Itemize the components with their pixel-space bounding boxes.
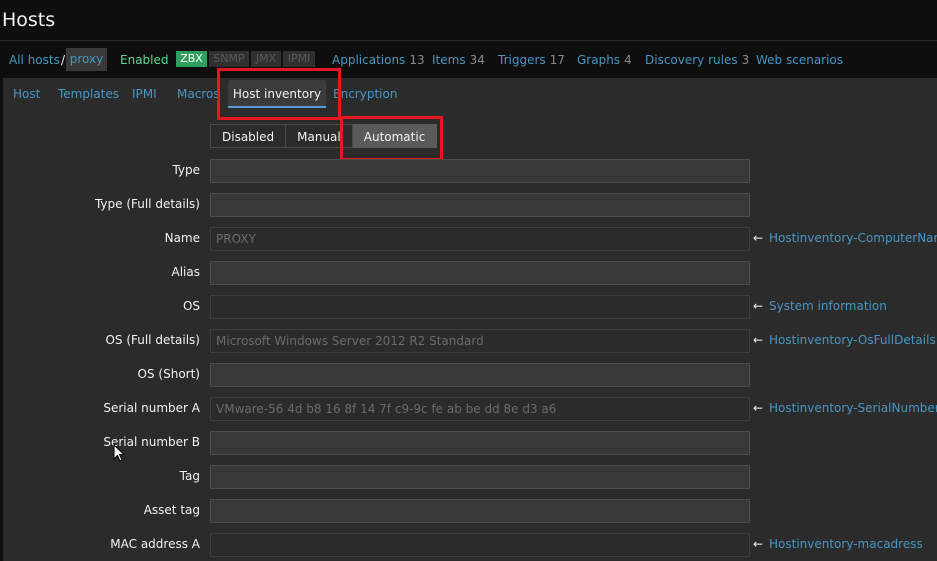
nav-applications-label[interactable]: Applications <box>332 53 405 67</box>
inventory-input-os-full-details <box>210 329 750 353</box>
inventory-label-type: Type <box>172 163 200 177</box>
nav-discovery-rules-label[interactable]: Discovery rules <box>645 53 738 67</box>
inventory-input-serial-number-a <box>210 397 750 421</box>
inventory-mode-automatic[interactable]: Automatic <box>352 124 438 148</box>
arrow-left-icon: ← <box>753 333 764 347</box>
nav-discovery-rules-count: 3 <box>741 53 750 67</box>
availability-snmp-badge: SNMP <box>209 51 249 67</box>
inventory-input-name <box>210 227 750 251</box>
inventory-row-asset-tag: Asset tag <box>0 499 937 523</box>
tab-ipmi[interactable]: IPMI <box>132 87 157 101</box>
inventory-input-type-full-details[interactable] <box>210 193 750 217</box>
arrow-left-icon: ← <box>753 231 764 245</box>
nav-graphs-label[interactable]: Graphs <box>577 53 620 67</box>
inventory-label-mac-address-a: MAC address A <box>110 537 200 551</box>
inventory-row-serial-number-a: Serial number A ← Hostinventory-SerialNumb… <box>0 397 937 421</box>
tab-macros[interactable]: Macros <box>177 87 220 101</box>
inventory-row-os: OS ← System information <box>0 295 937 319</box>
tab-host[interactable]: Host <box>13 87 40 101</box>
nav-applications[interactable]: Applications 13 <box>332 53 425 67</box>
page-title: Hosts <box>2 9 56 31</box>
nav-items-count: 34 <box>469 53 485 67</box>
inventory-label-os: OS <box>182 299 200 313</box>
inventory-input-os <box>210 295 750 319</box>
arrow-left-icon: ← <box>753 537 764 551</box>
inventory-input-os-short[interactable] <box>210 363 750 387</box>
inventory-input-asset-tag[interactable] <box>210 499 750 523</box>
inventory-source-link-os-full-details[interactable]: Hostinventory-OsFullDetails <box>769 333 936 347</box>
nav-applications-count: 13 <box>409 53 425 67</box>
inventory-row-alias: Alias <box>0 261 937 285</box>
inventory-mode-selector: Disabled Manual Automatic <box>210 124 438 148</box>
inventory-row-serial-number-b: Serial number B <box>0 431 937 455</box>
inventory-input-serial-number-b[interactable] <box>210 431 750 455</box>
inventory-input-type[interactable] <box>210 159 750 183</box>
inventory-input-alias[interactable] <box>210 261 750 285</box>
nav-items-label[interactable]: Items <box>432 53 466 67</box>
availability-jmx-badge: JMX <box>251 51 281 67</box>
tab-host-inventory[interactable]: Host inventory <box>228 80 326 108</box>
inventory-row-type-full-details: Type (Full details) <box>0 193 937 217</box>
nav-discovery-rules[interactable]: Discovery rules 3 <box>645 53 749 67</box>
nav-graphs[interactable]: Graphs 4 <box>577 53 632 67</box>
inventory-row-tag: Tag <box>0 465 937 489</box>
arrow-left-icon: ← <box>753 401 764 415</box>
inventory-row-os-full-details: OS (Full details) ← Hostinventory-OsFullDe… <box>0 329 937 353</box>
inventory-label-serial-number-a: Serial number A <box>103 401 200 415</box>
host-status-enabled[interactable]: Enabled <box>120 53 169 67</box>
availability-ipmi-badge: IPMI <box>283 51 315 67</box>
inventory-source-link-name[interactable]: Hostinventory-ComputerName <box>769 231 937 245</box>
inventory-label-type-full-details: Type (Full details) <box>94 197 200 211</box>
inventory-row-mac-address-a: MAC address A ← Hostinventory-macadress <box>0 533 937 557</box>
host-tabs: Host Templates IPMI Macros Host inventor… <box>3 78 937 110</box>
inventory-input-mac-address-a <box>210 533 750 557</box>
nav-web-scenarios[interactable]: Web scenarios <box>756 53 843 67</box>
inventory-source-link-os[interactable]: System information <box>769 299 887 313</box>
inventory-label-tag: Tag <box>179 469 200 483</box>
inventory-label-os-full-details: OS (Full details) <box>105 333 200 347</box>
nav-items[interactable]: Items 34 <box>432 53 485 67</box>
inventory-input-tag[interactable] <box>210 465 750 489</box>
breadcrumb-all-hosts[interactable]: All hosts <box>9 53 60 67</box>
breadcrumb-separator: / <box>61 53 66 67</box>
arrow-left-icon: ← <box>753 299 764 313</box>
tab-encryption[interactable]: Encryption <box>333 87 397 101</box>
inventory-label-name: Name <box>164 231 200 245</box>
inventory-mode-manual[interactable]: Manual <box>286 124 353 148</box>
inventory-row-name: Name ← Hostinventory-ComputerName <box>0 227 937 251</box>
inventory-row-type: Type <box>0 159 937 183</box>
inventory-source-link-mac-address-a[interactable]: Hostinventory-macadress <box>769 537 923 551</box>
mouse-cursor-icon <box>113 444 125 462</box>
inventory-label-os-short: OS (Short) <box>137 367 200 381</box>
title-divider <box>0 40 937 41</box>
host-header-bar: All hosts / proxy Enabled ZBX SNMP JMX I… <box>0 48 937 72</box>
nav-graphs-count: 4 <box>624 53 632 67</box>
nav-triggers-label[interactable]: Triggers <box>498 53 546 67</box>
inventory-row-os-short: OS (Short) <box>0 363 937 387</box>
breadcrumb-current-host[interactable]: proxy <box>66 48 107 71</box>
inventory-label-asset-tag: Asset tag <box>143 503 200 517</box>
nav-triggers[interactable]: Triggers 17 <box>498 53 565 67</box>
inventory-mode-disabled[interactable]: Disabled <box>210 124 287 148</box>
inventory-source-link-serial-number-a[interactable]: Hostinventory-SerialNumberA <box>769 401 937 415</box>
nav-web-scenarios-label[interactable]: Web scenarios <box>756 53 843 67</box>
tab-templates[interactable]: Templates <box>58 87 119 101</box>
inventory-label-alias: Alias <box>171 265 200 279</box>
nav-triggers-count: 17 <box>549 53 565 67</box>
availability-zbx-badge: ZBX <box>176 51 207 67</box>
